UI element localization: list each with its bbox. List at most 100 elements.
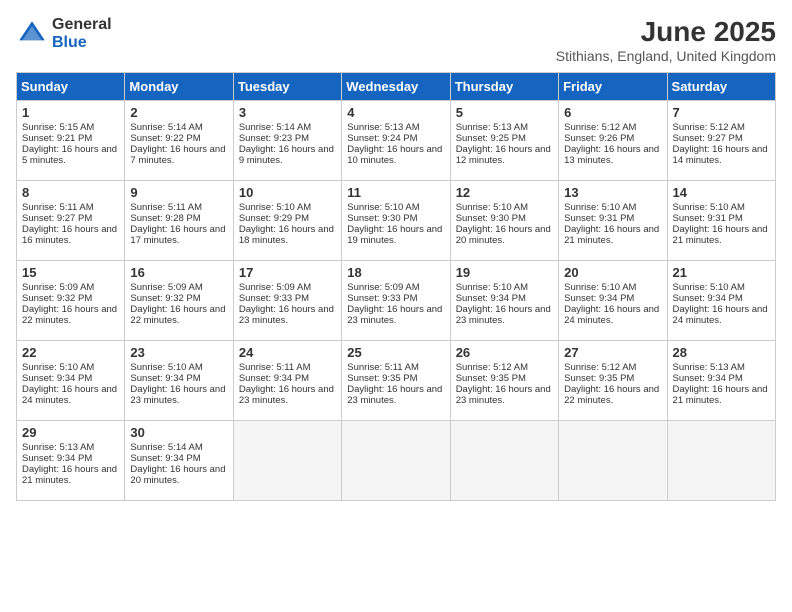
day-info: Sunrise: 5:10 AM xyxy=(564,282,661,293)
day-cell: 27Sunrise: 5:12 AMSunset: 9:35 PMDayligh… xyxy=(559,341,667,421)
day-number: 29 xyxy=(22,425,119,440)
day-info: Sunrise: 5:10 AM xyxy=(130,362,227,373)
day-number: 18 xyxy=(347,265,444,280)
day-number: 30 xyxy=(130,425,227,440)
header-tuesday: Tuesday xyxy=(233,73,341,101)
day-info: Daylight: 16 hours and 19 minutes. xyxy=(347,224,444,246)
empty-cell xyxy=(559,421,667,501)
day-info: Sunset: 9:26 PM xyxy=(564,133,661,144)
day-info: Daylight: 16 hours and 20 minutes. xyxy=(456,224,553,246)
day-info: Sunset: 9:28 PM xyxy=(130,213,227,224)
day-info: Sunrise: 5:14 AM xyxy=(130,442,227,453)
day-info: Daylight: 16 hours and 10 minutes. xyxy=(347,144,444,166)
day-cell: 23Sunrise: 5:10 AMSunset: 9:34 PMDayligh… xyxy=(125,341,233,421)
header-row: SundayMondayTuesdayWednesdayThursdayFrid… xyxy=(17,73,776,101)
day-number: 6 xyxy=(564,105,661,120)
day-number: 16 xyxy=(130,265,227,280)
day-info: Sunrise: 5:10 AM xyxy=(456,202,553,213)
day-info: Daylight: 16 hours and 7 minutes. xyxy=(130,144,227,166)
day-number: 11 xyxy=(347,185,444,200)
day-cell: 18Sunrise: 5:09 AMSunset: 9:33 PMDayligh… xyxy=(342,261,450,341)
day-cell: 9 Sunrise: 5:11 AMSunset: 9:28 PMDaylight… xyxy=(125,181,233,261)
day-info: Sunrise: 5:10 AM xyxy=(22,362,119,373)
empty-cell xyxy=(233,421,341,501)
day-cell: 28Sunrise: 5:13 AMSunset: 9:34 PMDayligh… xyxy=(667,341,775,421)
day-info: Daylight: 16 hours and 22 minutes. xyxy=(130,304,227,326)
day-info: Sunset: 9:34 PM xyxy=(22,453,119,464)
calendar-row: 29Sunrise: 5:13 AMSunset: 9:34 PMDayligh… xyxy=(17,421,776,501)
day-cell: 3Sunrise: 5:14 AMSunset: 9:23 PMDaylight… xyxy=(233,101,341,181)
day-info: Sunset: 9:34 PM xyxy=(130,373,227,384)
day-number: 15 xyxy=(22,265,119,280)
day-info: Sunset: 9:33 PM xyxy=(239,293,336,304)
day-info: Sunset: 9:35 PM xyxy=(564,373,661,384)
day-cell: 15Sunrise: 5:09 AMSunset: 9:32 PMDayligh… xyxy=(17,261,125,341)
day-cell: 5Sunrise: 5:13 AMSunset: 9:25 PMDaylight… xyxy=(450,101,558,181)
day-info: Sunset: 9:23 PM xyxy=(239,133,336,144)
day-info: Sunrise: 5:13 AM xyxy=(673,362,770,373)
empty-cell xyxy=(667,421,775,501)
day-info: Sunrise: 5:14 AM xyxy=(239,122,336,133)
day-info: Daylight: 16 hours and 20 minutes. xyxy=(130,464,227,486)
logo-icon xyxy=(16,18,48,50)
day-info: Sunrise: 5:12 AM xyxy=(456,362,553,373)
day-cell: 7Sunrise: 5:12 AMSunset: 9:27 PMDaylight… xyxy=(667,101,775,181)
logo-text: General Blue xyxy=(52,16,112,51)
day-cell: 16Sunrise: 5:09 AMSunset: 9:32 PMDayligh… xyxy=(125,261,233,341)
day-cell: 26Sunrise: 5:12 AMSunset: 9:35 PMDayligh… xyxy=(450,341,558,421)
day-info: Sunrise: 5:10 AM xyxy=(239,202,336,213)
day-info: Sunrise: 5:13 AM xyxy=(456,122,553,133)
header-saturday: Saturday xyxy=(667,73,775,101)
day-info: Sunrise: 5:11 AM xyxy=(130,202,227,213)
calendar-row: 1Sunrise: 5:15 AMSunset: 9:21 PMDaylight… xyxy=(17,101,776,181)
day-number: 20 xyxy=(564,265,661,280)
day-number: 5 xyxy=(456,105,553,120)
day-cell: 14Sunrise: 5:10 AMSunset: 9:31 PMDayligh… xyxy=(667,181,775,261)
day-info: Sunrise: 5:10 AM xyxy=(673,282,770,293)
header-wednesday: Wednesday xyxy=(342,73,450,101)
day-info: Sunset: 9:27 PM xyxy=(673,133,770,144)
day-info: Sunset: 9:32 PM xyxy=(130,293,227,304)
day-cell: 29Sunrise: 5:13 AMSunset: 9:34 PMDayligh… xyxy=(17,421,125,501)
day-number: 7 xyxy=(673,105,770,120)
day-info: Sunset: 9:21 PM xyxy=(22,133,119,144)
day-cell: 4Sunrise: 5:13 AMSunset: 9:24 PMDaylight… xyxy=(342,101,450,181)
day-number: 23 xyxy=(130,345,227,360)
day-info: Daylight: 16 hours and 24 minutes. xyxy=(564,304,661,326)
day-info: Sunrise: 5:10 AM xyxy=(347,202,444,213)
day-info: Daylight: 16 hours and 21 minutes. xyxy=(673,384,770,406)
day-info: Sunrise: 5:12 AM xyxy=(673,122,770,133)
day-number: 1 xyxy=(22,105,119,120)
day-info: Daylight: 16 hours and 17 minutes. xyxy=(130,224,227,246)
day-cell: 22Sunrise: 5:10 AMSunset: 9:34 PMDayligh… xyxy=(17,341,125,421)
header-monday: Monday xyxy=(125,73,233,101)
day-info: Sunrise: 5:10 AM xyxy=(673,202,770,213)
day-info: Sunrise: 5:14 AM xyxy=(130,122,227,133)
page-header: General Blue June 2025 Stithians, Englan… xyxy=(16,16,776,64)
day-number: 9 xyxy=(130,185,227,200)
day-cell: 10Sunrise: 5:10 AMSunset: 9:29 PMDayligh… xyxy=(233,181,341,261)
logo-blue: Blue xyxy=(52,34,112,52)
day-info: Sunset: 9:27 PM xyxy=(22,213,119,224)
header-sunday: Sunday xyxy=(17,73,125,101)
day-info: Daylight: 16 hours and 23 minutes. xyxy=(239,384,336,406)
day-number: 14 xyxy=(673,185,770,200)
day-info: Daylight: 16 hours and 23 minutes. xyxy=(347,384,444,406)
day-info: Daylight: 16 hours and 23 minutes. xyxy=(239,304,336,326)
day-info: Daylight: 16 hours and 5 minutes. xyxy=(22,144,119,166)
day-cell: 6Sunrise: 5:12 AMSunset: 9:26 PMDaylight… xyxy=(559,101,667,181)
day-info: Sunrise: 5:09 AM xyxy=(239,282,336,293)
day-info: Sunset: 9:34 PM xyxy=(456,293,553,304)
day-cell: 13Sunrise: 5:10 AMSunset: 9:31 PMDayligh… xyxy=(559,181,667,261)
day-number: 21 xyxy=(673,265,770,280)
day-info: Sunrise: 5:11 AM xyxy=(239,362,336,373)
month-title: June 2025 xyxy=(556,16,776,48)
day-info: Sunset: 9:24 PM xyxy=(347,133,444,144)
day-info: Sunset: 9:34 PM xyxy=(130,453,227,464)
day-number: 25 xyxy=(347,345,444,360)
day-info: Sunset: 9:30 PM xyxy=(347,213,444,224)
location: Stithians, England, United Kingdom xyxy=(556,48,776,64)
day-number: 28 xyxy=(673,345,770,360)
day-cell: 21Sunrise: 5:10 AMSunset: 9:34 PMDayligh… xyxy=(667,261,775,341)
day-info: Sunset: 9:29 PM xyxy=(239,213,336,224)
